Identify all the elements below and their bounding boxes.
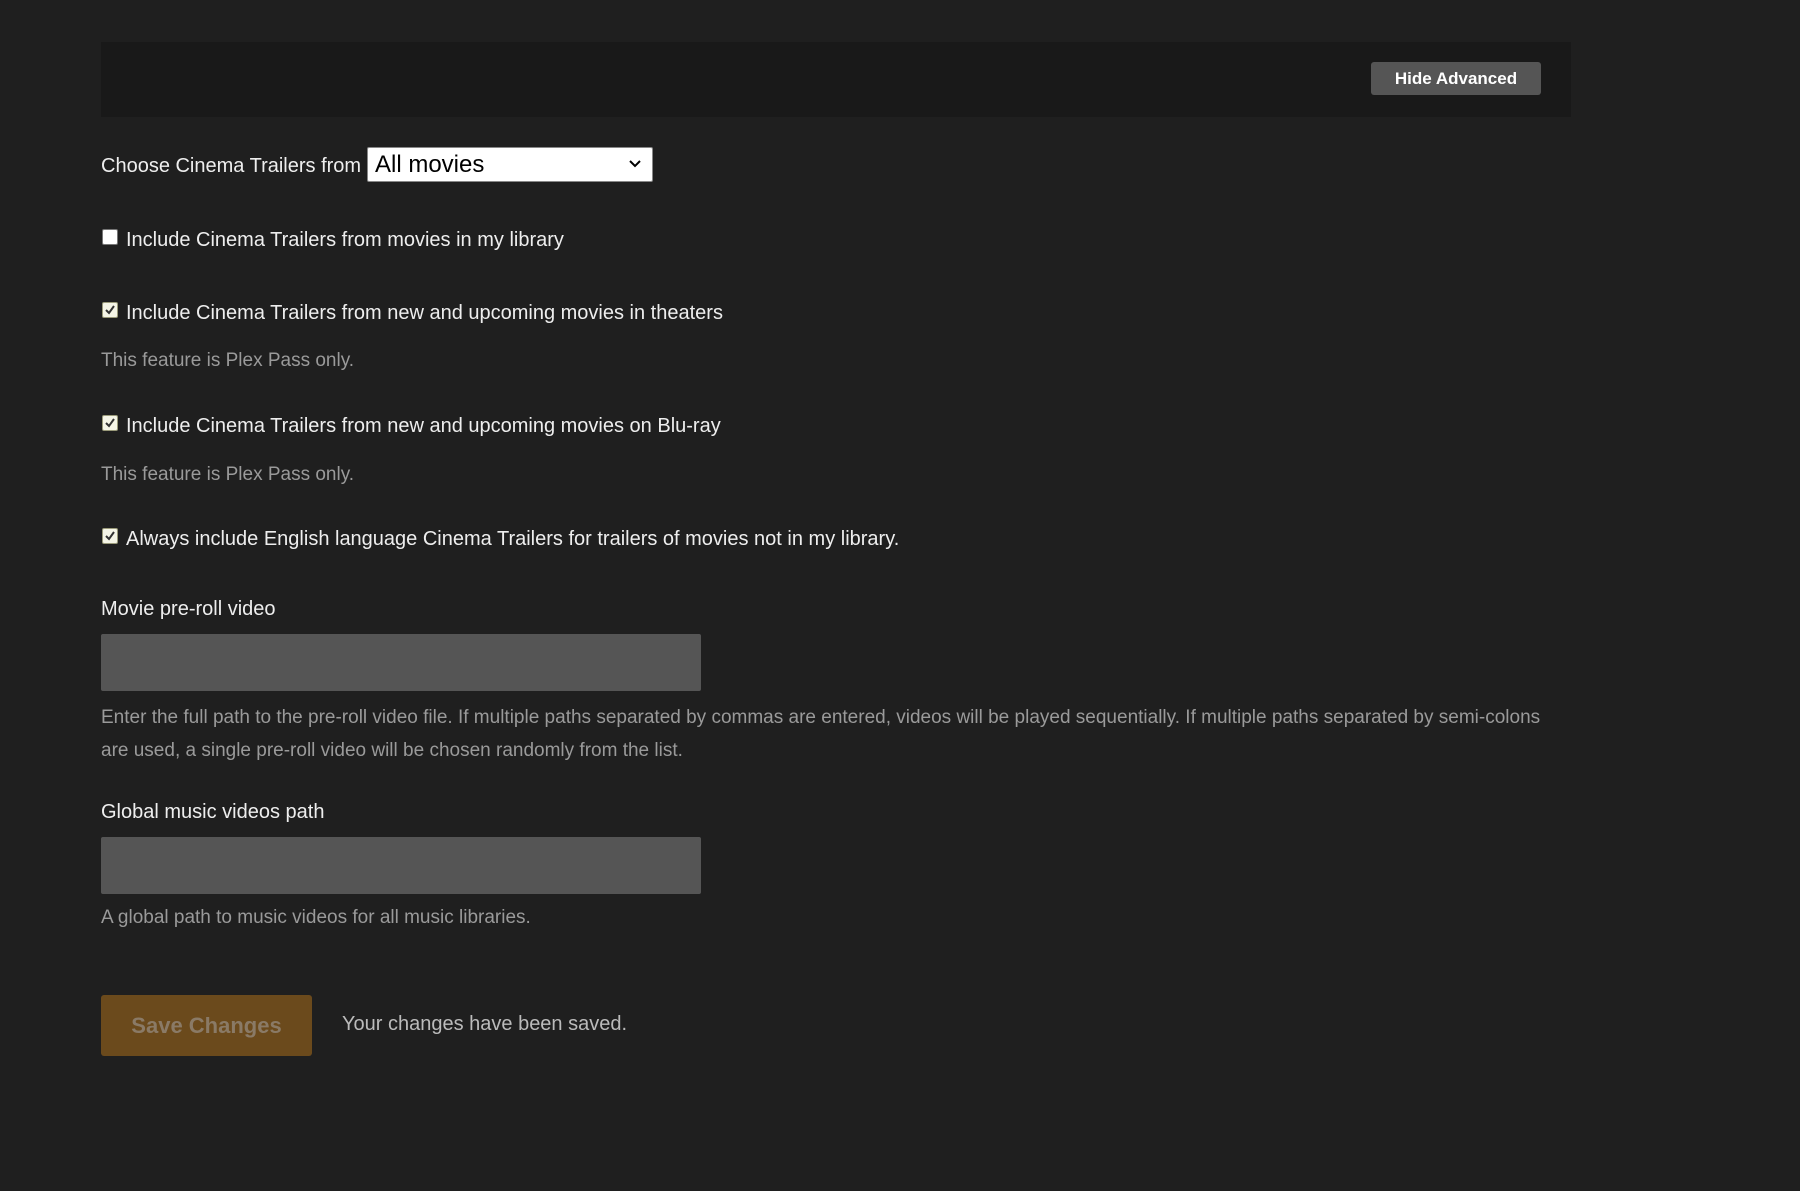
preroll-label: Movie pre-roll video xyxy=(101,598,276,620)
music-videos-label: Global music videos path xyxy=(101,801,325,823)
save-status-message: Your changes have been saved. xyxy=(342,1013,628,1035)
header-bar xyxy=(101,42,1571,117)
preroll-input[interactable] xyxy=(101,634,701,691)
music-videos-input[interactable] xyxy=(101,837,701,894)
trailers-source-label: Choose Cinema Trailers from xyxy=(101,155,362,177)
save-button[interactable]: Save Changes xyxy=(101,995,312,1056)
checkmark-icon xyxy=(105,418,115,428)
bluray-trailers-checkbox[interactable] xyxy=(102,415,118,431)
music-videos-help: A global path to music videos for all mu… xyxy=(101,907,531,928)
settings-page: Hide Advanced Choose Cinema Trailers fro… xyxy=(0,0,1800,1191)
trailers-source-selected: All movies xyxy=(375,151,485,178)
theaters-trailers-checkbox[interactable] xyxy=(102,302,118,318)
theaters-trailers-label: Include Cinema Trailers from new and upc… xyxy=(126,302,723,324)
preroll-help: Enter the full path to the pre-roll vide… xyxy=(101,707,1541,761)
library-trailers-checkbox[interactable] xyxy=(102,229,118,245)
english-trailers-checkbox[interactable] xyxy=(102,528,118,544)
checkmark-icon xyxy=(105,531,115,541)
english-trailers-label: Always include English language Cinema T… xyxy=(126,528,900,550)
bluray-trailers-label: Include Cinema Trailers from new and upc… xyxy=(126,415,721,437)
chevron-down-icon xyxy=(629,160,641,168)
plex-pass-note: This feature is Plex Pass only. xyxy=(101,464,355,485)
plex-pass-note: This feature is Plex Pass only. xyxy=(101,350,355,371)
library-trailers-label: Include Cinema Trailers from movies in m… xyxy=(126,229,564,251)
hide-advanced-button[interactable]: Hide Advanced xyxy=(1371,62,1541,95)
trailers-source-select[interactable]: All movies xyxy=(367,147,653,182)
checkmark-icon xyxy=(105,305,115,315)
